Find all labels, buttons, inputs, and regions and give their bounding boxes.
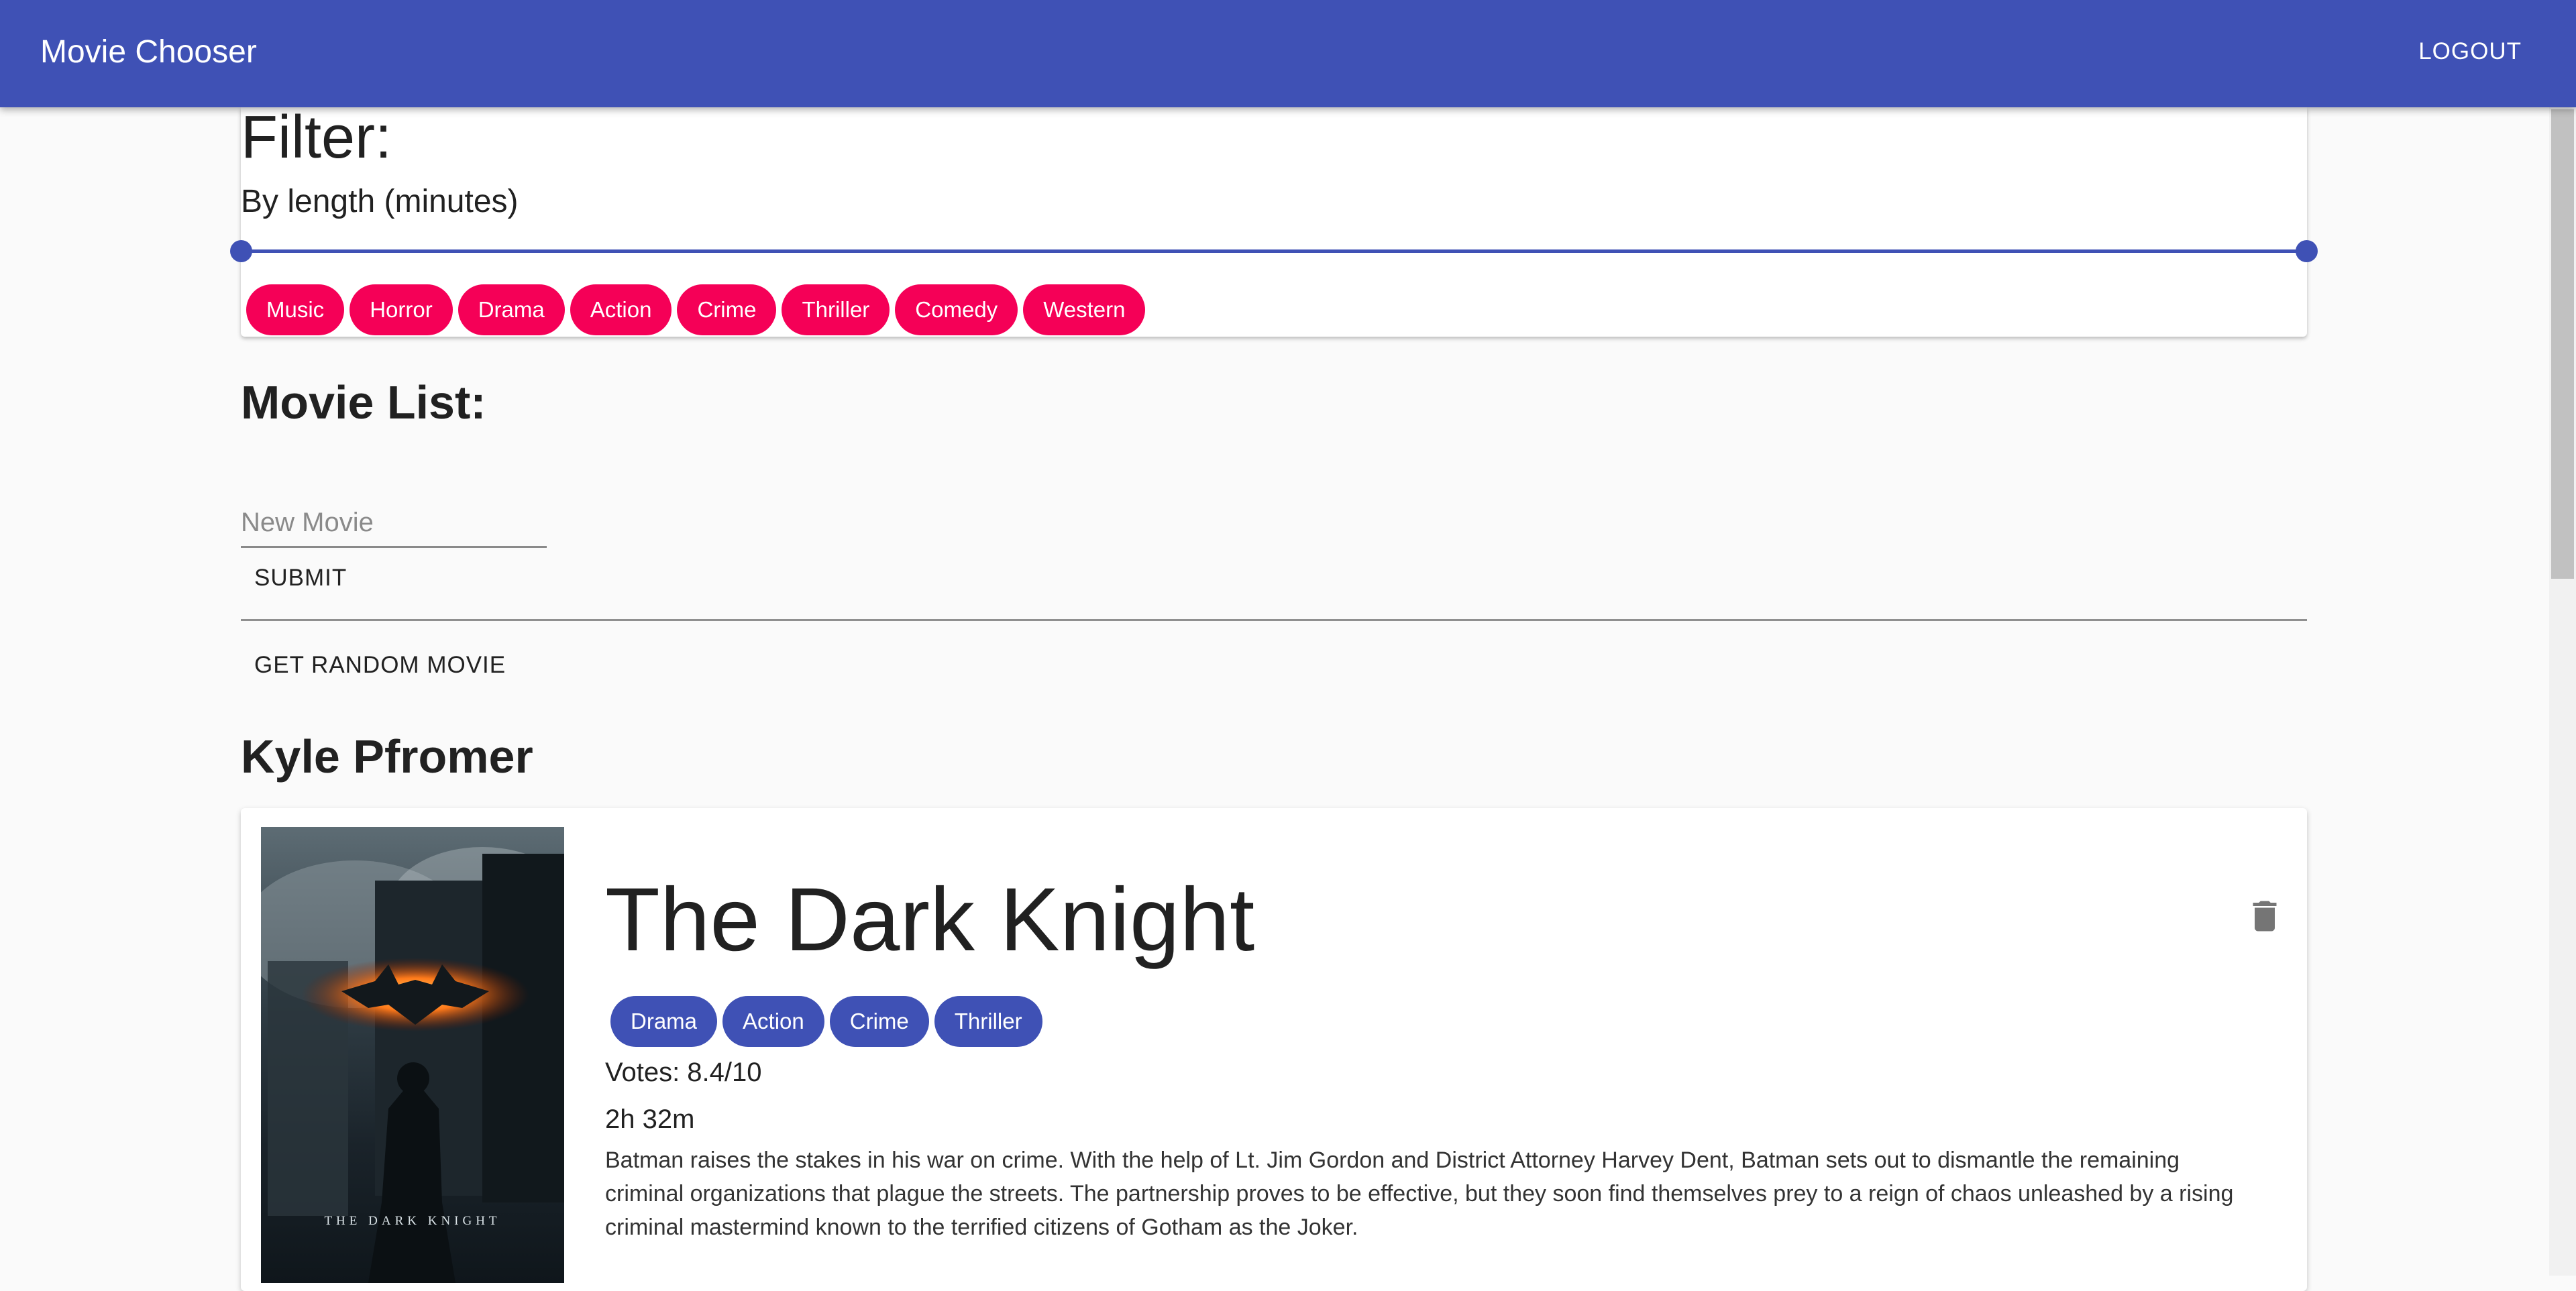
genre-chip-horror[interactable]: Horror <box>350 284 453 335</box>
length-filter-label: By length (minutes) <box>241 184 519 219</box>
filter-panel: Filter: By length (minutes) Music Horror… <box>230 104 2318 337</box>
movie-genre-chip: Thriller <box>934 996 1042 1047</box>
scrollbar-thumb[interactable] <box>2551 109 2574 579</box>
genre-chip-western[interactable]: Western <box>1023 284 1146 335</box>
poster-logo-text: THE DARK KNIGHT <box>324 1214 500 1228</box>
genre-chip-drama[interactable]: Drama <box>458 284 565 335</box>
movie-genre-chip: Action <box>722 996 824 1047</box>
movie-genre-chip: Crime <box>829 996 929 1047</box>
length-slider-track[interactable] <box>241 249 2307 253</box>
genre-chip-crime[interactable]: Crime <box>677 284 777 335</box>
trash-icon[interactable] <box>2245 896 2285 936</box>
movie-title: The Dark Knight <box>605 870 1255 970</box>
movie-votes: Votes: 8.4/10 <box>605 1058 762 1087</box>
movie-poster: THE DARK KNIGHT <box>261 827 564 1283</box>
app-bar: Movie Chooser LOGOUT <box>0 0 2576 107</box>
submit-button[interactable]: SUBMIT <box>241 551 360 605</box>
genre-filter-chips: Music Horror Drama Action Crime Thriller… <box>246 284 1146 335</box>
length-slider-min-handle[interactable] <box>230 240 252 262</box>
filter-heading: Filter: <box>241 104 392 171</box>
movie-list-heading: Movie List: <box>241 376 486 429</box>
poster-illustration: THE DARK KNIGHT <box>261 847 564 1283</box>
get-random-movie-button[interactable]: GET RANDOM MOVIE <box>241 638 519 692</box>
genre-chip-action[interactable]: Action <box>570 284 672 335</box>
user-name-heading: Kyle Pfromer <box>241 730 533 783</box>
movie-card: THE DARK KNIGHT The Dark Knight Drama Ac… <box>241 808 2307 1291</box>
genre-chip-music[interactable]: Music <box>246 284 345 335</box>
movie-genre-chips: Drama Action Crime Thriller <box>610 996 1042 1047</box>
new-movie-field <box>241 502 547 548</box>
genre-chip-comedy[interactable]: Comedy <box>895 284 1018 335</box>
divider <box>241 619 2307 621</box>
movie-overview: Batman raises the stakes in his war on c… <box>605 1147 2234 1240</box>
movie-genre-chip: Drama <box>610 996 718 1047</box>
movie-runtime: 2h 32m <box>605 1105 695 1134</box>
genre-chip-thriller[interactable]: Thriller <box>782 284 890 335</box>
new-movie-input[interactable] <box>241 502 547 543</box>
length-slider-max-handle[interactable] <box>2296 240 2318 262</box>
logout-button[interactable]: LOGOUT <box>2418 38 2522 65</box>
app-title: Movie Chooser <box>40 34 257 70</box>
